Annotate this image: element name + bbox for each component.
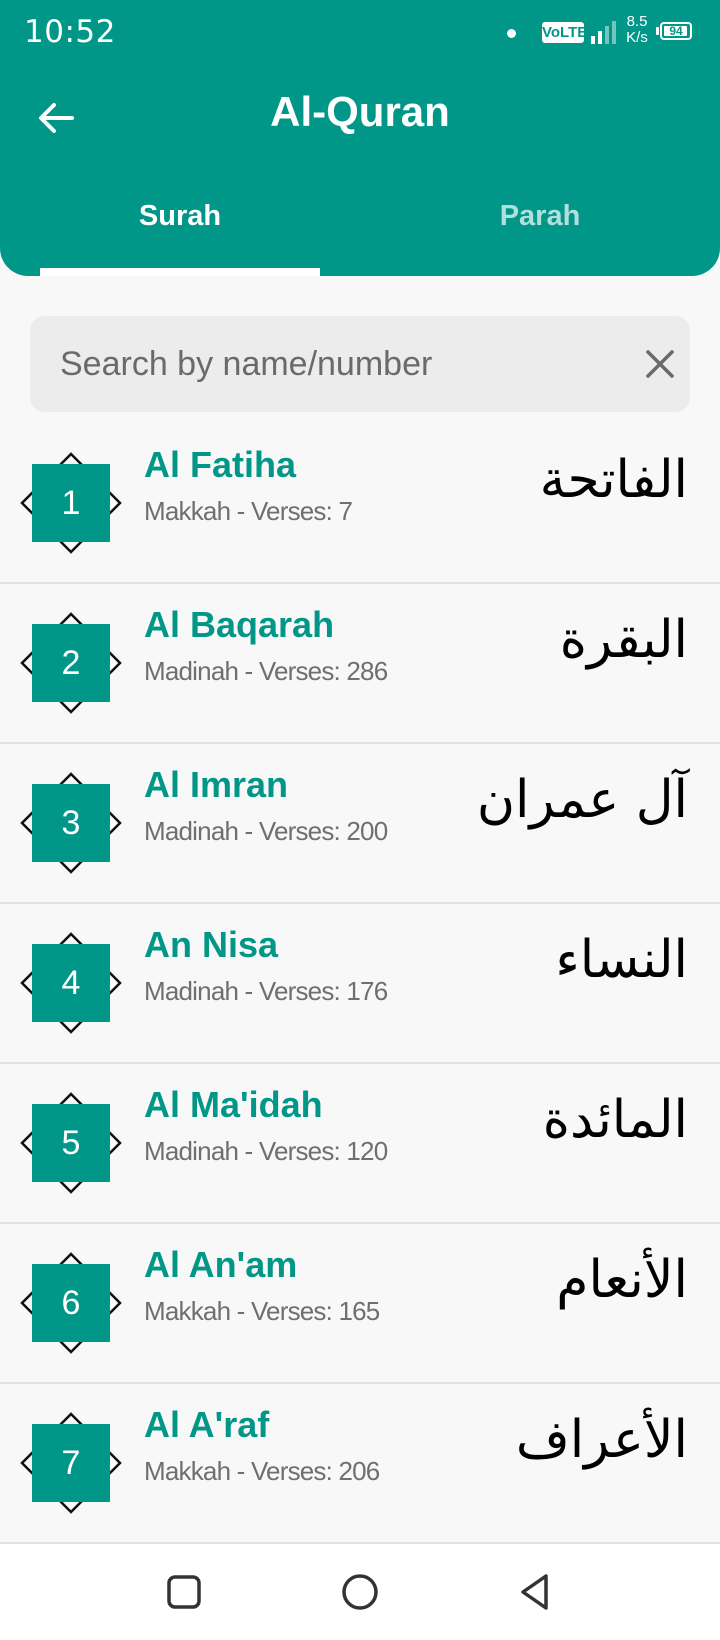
surah-arabic-name: الأنعام (556, 1250, 688, 1310)
surah-meta: Madinah - Verses: 286 (144, 656, 388, 686)
app-header: 10:52 VoLTE 8.5 K/s 94 Al-Quran Surah Pa… (0, 0, 720, 276)
arrow-left-icon (39, 103, 74, 133)
surah-number-badge: 1 (14, 446, 128, 560)
surah-number-badge: 7 (14, 1406, 128, 1520)
volte-badge: VoLTE (542, 22, 588, 43)
surah-arabic-name: البقرة (559, 610, 688, 670)
surah-name: Al Baqarah (144, 604, 335, 645)
surah-meta: Makkah - Verses: 7 (144, 496, 353, 526)
surah-number: 1 (61, 484, 81, 522)
surah-number-badge: 3 (14, 766, 128, 880)
surah-name: Al Fatiha (144, 444, 297, 485)
surah-arabic-name: الأعراف (515, 1410, 688, 1470)
surah-number: 6 (61, 1284, 81, 1322)
battery-icon: 94 (656, 22, 696, 42)
surah-number: 3 (61, 804, 81, 842)
surah-meta: Makkah - Verses: 206 (144, 1456, 380, 1486)
surah-meta: Madinah - Verses: 120 (144, 1136, 388, 1166)
surah-arabic-name: آل عمران (476, 770, 688, 830)
page-title: Al-Quran (270, 88, 450, 135)
surah-number-badge: 4 (14, 926, 128, 1040)
back-button[interactable] (30, 92, 82, 144)
surah-name: Al Ma'idah (144, 1084, 323, 1125)
surah-name: Al An'am (144, 1244, 298, 1285)
network-speed-value: 8.5 (626, 13, 648, 30)
surah-name: Al Imran (144, 764, 289, 805)
battery-level: 94 (669, 24, 683, 38)
back-triangle-icon[interactable] (514, 1570, 558, 1614)
surah-meta: Makkah - Verses: 165 (144, 1296, 380, 1326)
surah-row[interactable]: 6 Al An'am Makkah - Verses: 165 الأنعام (0, 1224, 720, 1384)
tab-parah[interactable]: Parah (400, 200, 680, 276)
notification-dot-icon (507, 29, 516, 38)
tab-parah-label: Parah (499, 200, 581, 232)
surah-list: 1 Al Fatiha Makkah - Verses: 7 الفاتحة 2 Al B… (0, 424, 720, 1544)
surah-row[interactable]: 1 Al Fatiha Makkah - Verses: 7 الفاتحة (0, 424, 720, 584)
status-time: 10:52 (24, 14, 116, 50)
surah-number: 7 (61, 1444, 81, 1482)
surah-row[interactable]: 5 Al Ma'idah Madinah - Verses: 120 المائدة (0, 1064, 720, 1224)
network-speed-unit: K/s (626, 29, 648, 46)
tab-surah[interactable]: Surah (40, 200, 320, 276)
surah-name: Al A'raf (144, 1404, 270, 1445)
surah-arabic-name: الفاتحة (539, 450, 688, 510)
signal-strength-icon (591, 21, 616, 44)
surah-row[interactable]: 7 Al A'raf Makkah - Verses: 206 الأعراف (0, 1384, 720, 1544)
home-circle-icon[interactable] (338, 1570, 382, 1614)
surah-number-badge: 6 (14, 1246, 128, 1360)
close-icon[interactable] (644, 348, 676, 380)
surah-number: 5 (61, 1124, 81, 1162)
surah-number-badge: 5 (14, 1086, 128, 1200)
surah-meta: Madinah - Verses: 200 (144, 816, 388, 846)
surah-row[interactable]: 2 Al Baqarah Madinah - Verses: 286 البقرة (0, 584, 720, 744)
surah-number-badge: 2 (14, 606, 128, 720)
search-input[interactable] (60, 316, 620, 412)
surah-name: An Nisa (144, 924, 279, 965)
tab-surah-label: Surah (138, 200, 222, 232)
surah-arabic-name: النساء (555, 930, 688, 990)
search-box (30, 316, 690, 412)
surah-row[interactable]: 4 An Nisa Madinah - Verses: 176 النساء (0, 904, 720, 1064)
surah-row[interactable]: 3 Al Imran Madinah - Verses: 200 آل عمران (0, 744, 720, 904)
battery-tip (656, 27, 659, 35)
surah-meta: Madinah - Verses: 176 (144, 976, 388, 1006)
recents-square-icon[interactable] (162, 1570, 206, 1614)
active-tab-indicator (40, 268, 320, 276)
surah-number: 2 (61, 644, 81, 682)
surah-arabic-name: المائدة (542, 1090, 688, 1150)
system-nav-bar (0, 1544, 720, 1640)
network-speed: 8.5 K/s (620, 14, 654, 46)
status-bar: 10:52 VoLTE 8.5 K/s 94 (0, 0, 720, 66)
surah-number: 4 (61, 964, 81, 1002)
